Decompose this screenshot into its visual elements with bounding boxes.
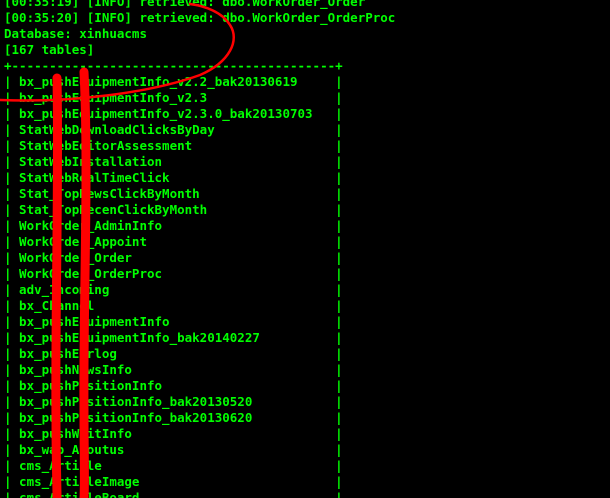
table-row: | bx_pushEquipmentInfo_bak20140227 | — [4, 330, 343, 345]
table-row: | WorkOrder_Order | — [4, 250, 343, 265]
table-row: | cms_Article | — [4, 458, 343, 473]
table-row: | StatWebDownloadClicksByDay | — [4, 122, 343, 137]
table-row: | adv_Incoming | — [4, 282, 343, 297]
log-line: [00:35:20] [INFO] retrieved: dbo.WorkOrd… — [4, 10, 396, 25]
table-row: | bx_pushErrlog | — [4, 346, 343, 361]
table-row: | StatWebInstallation | — [4, 154, 343, 169]
database-label: Database: xinhuacms — [4, 26, 147, 41]
table-row: | bx_pushNewsInfo | — [4, 362, 343, 377]
table-row: | WorkOrder_AdminInfo | — [4, 218, 343, 233]
table-row: | cms_ArticleBoard | — [4, 490, 343, 498]
table-row: | bx_pushEquipmentInfo_v2.2_bak20130619 … — [4, 74, 343, 89]
terminal-window: [00:35:19] [INFO] retrieved: dbo.WorkOrd… — [0, 0, 610, 498]
table-row: | bx_Channel | — [4, 298, 343, 313]
table-row: | Stat_TopNewsClickByMonth | — [4, 186, 343, 201]
table-row: | bx_pushEquipmentInfo_v2.3.0_bak2013070… — [4, 106, 343, 121]
table-row: | bx_wap_Aboutus | — [4, 442, 343, 457]
table-row: | cms_ArticleImage | — [4, 474, 343, 489]
table-row: | WorkOrder_OrderProc | — [4, 266, 343, 281]
table-row: | bx_pushWaitInfo | — [4, 426, 343, 441]
table-border: +---------------------------------------… — [4, 58, 343, 73]
table-row: | bx_pushPositionInfo_bak20130620 | — [4, 410, 343, 425]
table-row: | StatWebRealTimeClick | — [4, 170, 343, 185]
table-row: | bx_pushEquipmentInfo | — [4, 314, 343, 329]
table-row: | bx_pushPositionInfo | — [4, 378, 343, 393]
log-line: [00:35:19] [INFO] retrieved: dbo.WorkOrd… — [4, 0, 366, 9]
table-row: | StatWebEditorAssessment | — [4, 138, 343, 153]
table-row: | WorkOrder_Appoint | — [4, 234, 343, 249]
table-row: | bx_pushEquipmentInfo_v2.3 | — [4, 90, 343, 105]
table-count: [167 tables] — [4, 42, 95, 57]
table-row: | Stat_TopRecenClickByMonth | — [4, 202, 343, 217]
table-row: | bx_pushPositionInfo_bak20130520 | — [4, 394, 343, 409]
